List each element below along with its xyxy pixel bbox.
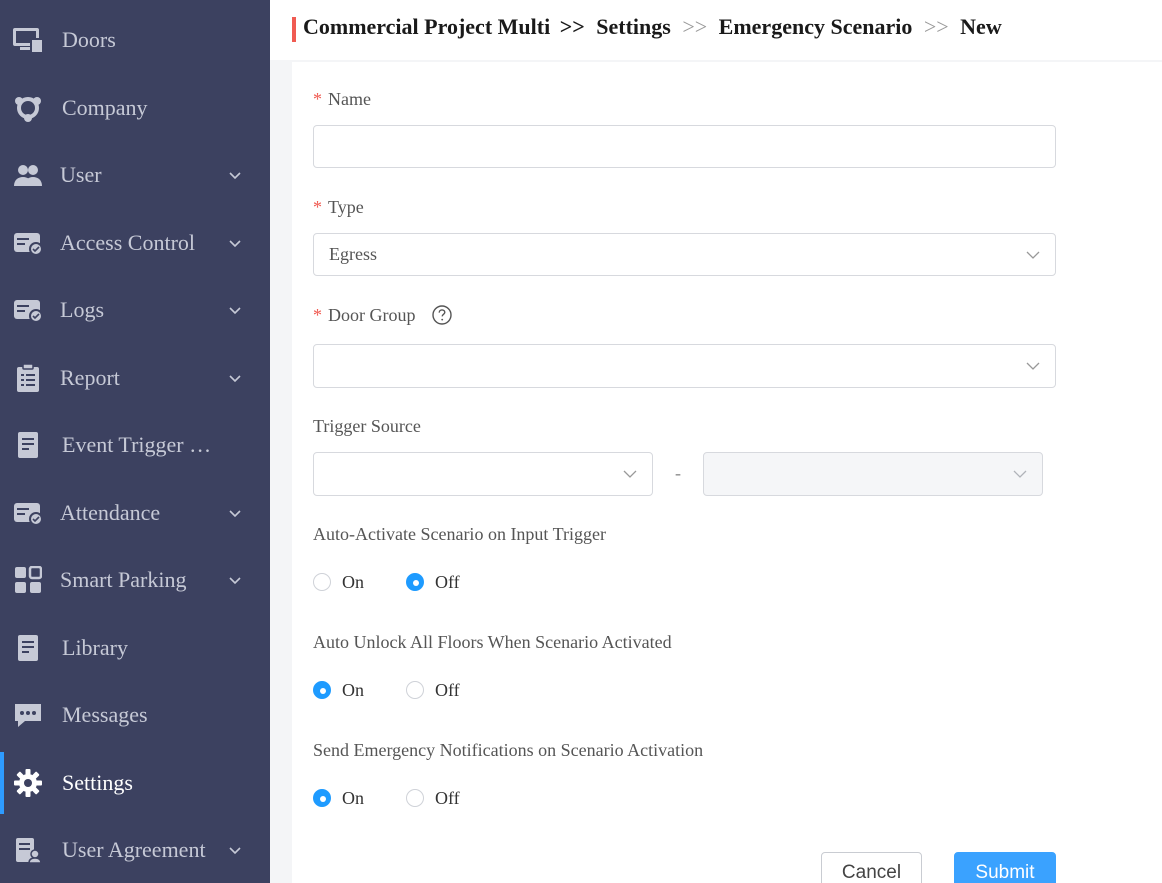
sidebar-item-label: Report — [60, 365, 120, 390]
clipboard-icon — [12, 363, 44, 393]
attendance-card-icon — [12, 498, 44, 528]
breadcrumb-separator: >> — [682, 14, 708, 39]
radio-circle — [406, 573, 424, 591]
send-notifications-on-radio[interactable]: On — [313, 786, 364, 810]
chevron-down-icon — [229, 375, 241, 383]
chevron-down-icon — [229, 577, 241, 585]
cancel-button[interactable]: Cancel — [821, 852, 922, 883]
sidebar-item-label: Smart Parking — [60, 567, 187, 592]
sidebar-item-attendance[interactable]: Attendance — [0, 482, 270, 544]
type-label: * Type — [313, 197, 364, 217]
chevron-down-icon — [1026, 362, 1040, 370]
sidebar-item-label: Logs — [60, 297, 104, 322]
chevron-down-icon — [1013, 470, 1027, 478]
library-doc-icon — [12, 633, 44, 663]
breadcrumb-item-emergency-scenario[interactable]: Emergency Scenario — [719, 14, 913, 39]
radio-circle — [406, 789, 424, 807]
chevron-down-icon — [229, 307, 241, 315]
sidebar-item-report[interactable]: Report — [0, 347, 270, 409]
trigger-source-select-right[interactable] — [703, 452, 1043, 496]
sidebar-item-label: Attendance — [60, 500, 161, 525]
door-group-label: * Door Group — [313, 305, 416, 325]
radio-circle — [313, 573, 331, 591]
agreement-icon — [12, 835, 44, 865]
sidebar-item-settings[interactable]: Settings — [0, 752, 270, 814]
help-icon[interactable] — [432, 305, 452, 325]
users-icon — [12, 160, 44, 190]
sidebar-item-messages[interactable]: Messages — [0, 684, 270, 746]
breadcrumb-accent-bar — [292, 17, 296, 42]
chevron-down-icon — [229, 847, 241, 855]
grid-icon — [12, 565, 44, 595]
send-notifications-label: Send Emergency Notifications on Scenario… — [313, 740, 704, 760]
radio-circle — [313, 681, 331, 699]
sidebar-item-label: User — [60, 162, 102, 187]
sidebar-item-smart-parking[interactable]: Smart Parking — [0, 549, 270, 611]
chevron-down-icon — [1026, 251, 1040, 259]
chevron-down-icon — [229, 510, 241, 518]
sidebar-item-label: Event Trigger … — [62, 432, 212, 457]
sidebar-item-label: User Agreement — [62, 837, 206, 862]
logs-card-icon — [12, 295, 44, 325]
required-mark: * — [313, 197, 322, 217]
submit-button[interactable]: Submit — [954, 852, 1056, 883]
required-mark: * — [313, 305, 322, 325]
chevron-down-icon — [229, 240, 241, 248]
sidebar-item-label: Access Control — [60, 230, 196, 255]
sidebar-item-label: Settings — [62, 770, 133, 795]
sidebar-item-access-control[interactable]: Access Control — [0, 212, 270, 274]
breadcrumb: Commercial Project Multi >> Settings >> … — [303, 14, 1002, 40]
sidebar-item-label: Messages — [62, 702, 148, 727]
auto-unlock-on-radio[interactable]: On — [313, 678, 364, 702]
name-label: * Name — [313, 89, 371, 109]
breadcrumb-item-project[interactable]: Commercial Project Multi — [303, 14, 550, 39]
sidebar-item-library[interactable]: Library — [0, 617, 270, 679]
sidebar-item-doors[interactable]: Doors — [0, 9, 270, 71]
auto-activate-on-radio[interactable]: On — [313, 570, 364, 594]
sidebar-item-user-agreement[interactable]: User Agreement — [0, 819, 270, 881]
access-card-icon — [12, 228, 44, 258]
chevron-down-icon — [229, 172, 241, 180]
sidebar-item-logs[interactable]: Logs — [0, 279, 270, 341]
radio-circle — [406, 681, 424, 699]
auto-activate-label: Auto-Activate Scenario on Input Trigger — [313, 524, 606, 544]
type-select[interactable]: Egress — [313, 233, 1056, 276]
breadcrumb-item-settings[interactable]: Settings — [596, 14, 671, 39]
chevron-down-icon — [623, 470, 637, 478]
trigger-source-select-left[interactable] — [313, 452, 653, 496]
monitor-door-icon — [12, 25, 44, 55]
company-icon — [12, 93, 44, 123]
range-separator: - — [675, 463, 681, 483]
radio-circle — [313, 789, 331, 807]
sidebar-item-label: Library — [62, 635, 128, 660]
type-select-value: Egress — [329, 244, 377, 264]
gear-icon — [12, 768, 44, 798]
breadcrumb-item-new: New — [960, 14, 1002, 39]
breadcrumb-separator: >> — [559, 14, 585, 39]
breadcrumb-separator: >> — [923, 14, 949, 39]
sidebar-item-event-trigger[interactable]: Event Trigger … — [0, 414, 270, 476]
door-group-select[interactable] — [313, 344, 1056, 388]
sidebar-item-label: Doors — [62, 27, 116, 52]
required-mark: * — [313, 89, 322, 109]
sidebar-item-user[interactable]: User — [0, 144, 270, 206]
sidebar-item-company[interactable]: Company — [0, 77, 270, 139]
sidebar: Doors Company User Access Control Logs R… — [0, 0, 270, 883]
auto-unlock-off-radio[interactable]: Off — [406, 678, 460, 702]
sidebar-item-label: Company — [62, 95, 148, 120]
send-notifications-off-radio[interactable]: Off — [406, 786, 460, 810]
auto-activate-off-radio[interactable]: Off — [406, 570, 460, 594]
page-header: Commercial Project Multi >> Settings >> … — [270, 0, 1162, 60]
chat-icon — [12, 700, 44, 730]
name-input[interactable] — [313, 125, 1056, 168]
document-icon — [12, 430, 44, 460]
trigger-source-label: Trigger Source — [313, 416, 421, 436]
auto-unlock-label: Auto Unlock All Floors When Scenario Act… — [313, 632, 672, 652]
